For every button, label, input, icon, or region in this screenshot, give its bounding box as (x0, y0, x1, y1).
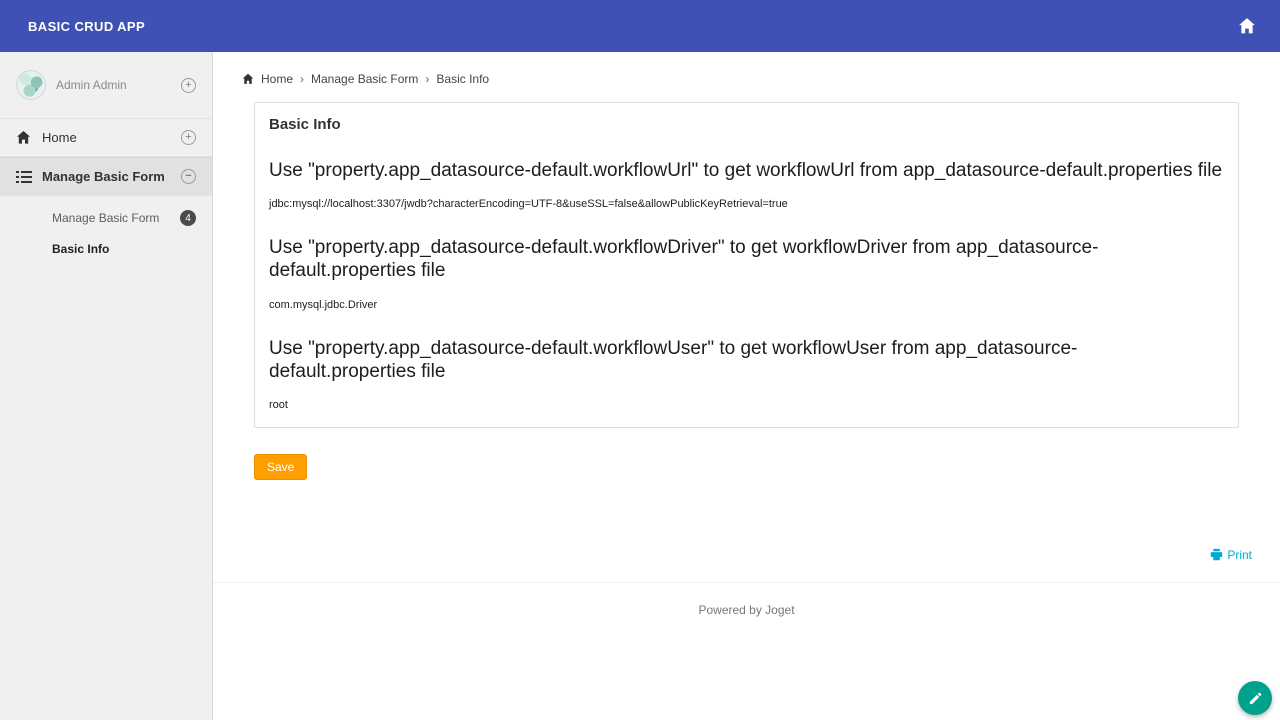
page-footer: Powered by Joget (213, 582, 1280, 619)
user-name: Admin Admin (56, 78, 127, 92)
field-label: Use "property.app_datasource-default.wor… (269, 236, 1224, 282)
sidebar-submenu: Manage Basic Form 4 Basic Info (0, 196, 212, 272)
field-value: com.mysql.jdbc.Driver (269, 299, 1224, 311)
app-title: BASIC CRUD APP (28, 19, 145, 34)
user-expand-icon[interactable]: + (181, 78, 196, 93)
powered-by-text: Powered by Joget (698, 603, 794, 617)
print-link[interactable]: Print (1210, 548, 1252, 562)
field-value: jdbc:mysql://localhost:3307/jwdb?charact… (269, 198, 1224, 210)
chevron-right-icon: › (425, 72, 429, 86)
count-badge: 4 (180, 210, 196, 226)
sidebar-item-manage-basic-form[interactable]: Manage Basic Form − (0, 157, 212, 196)
sidebar-item-home[interactable]: Home + (0, 119, 212, 157)
basic-info-panel: Basic Info Use "property.app_datasource-… (254, 102, 1239, 428)
breadcrumb: Home › Manage Basic Form › Basic Info (213, 52, 1280, 86)
sidebar: Admin Admin + Home + Manage Basic Form − (0, 52, 213, 720)
print-label: Print (1227, 548, 1252, 562)
breadcrumb-home[interactable]: Home (261, 72, 293, 86)
field-label: Use "property.app_datasource-default.wor… (269, 159, 1224, 182)
printer-icon (1210, 548, 1223, 561)
list-icon (16, 170, 32, 184)
collapse-icon[interactable]: − (181, 169, 196, 184)
sidebar-subitem-basic-info[interactable]: Basic Info (0, 234, 212, 264)
avatar (16, 70, 46, 100)
edit-fab-button[interactable] (1238, 681, 1272, 715)
user-profile[interactable]: Admin Admin + (0, 52, 212, 119)
sidebar-subitem-label: Basic Info (52, 242, 109, 256)
home-icon-glyph (1238, 17, 1256, 35)
breadcrumb-basic-info[interactable]: Basic Info (436, 72, 489, 86)
print-row: Print (213, 548, 1252, 562)
home-icon[interactable] (1236, 15, 1258, 37)
pencil-icon (1248, 691, 1263, 706)
sidebar-subitem-label: Manage Basic Form (52, 211, 159, 225)
sidebar-subitem-manage-basic-form[interactable]: Manage Basic Form 4 (0, 202, 212, 234)
chevron-right-icon: › (300, 72, 304, 86)
sidebar-item-label: Home (42, 130, 77, 145)
field-value: root (269, 399, 1224, 411)
form-field-workflow-driver: Use "property.app_datasource-default.wor… (269, 236, 1224, 310)
panel-title: Basic Info (269, 116, 1224, 133)
save-button[interactable]: Save (254, 454, 307, 480)
home-icon (16, 130, 32, 145)
sidebar-item-label: Manage Basic Form (42, 169, 165, 184)
main-content: Home › Manage Basic Form › Basic Info Ba… (213, 52, 1280, 720)
breadcrumb-manage-basic-form[interactable]: Manage Basic Form (311, 72, 418, 86)
form-field-workflow-user: Use "property.app_datasource-default.wor… (269, 337, 1224, 411)
expand-icon[interactable]: + (181, 130, 196, 145)
field-label: Use "property.app_datasource-default.wor… (269, 337, 1224, 383)
form-field-workflow-url: Use "property.app_datasource-default.wor… (269, 159, 1224, 210)
home-icon (242, 73, 254, 85)
app-header: BASIC CRUD APP (0, 0, 1280, 52)
